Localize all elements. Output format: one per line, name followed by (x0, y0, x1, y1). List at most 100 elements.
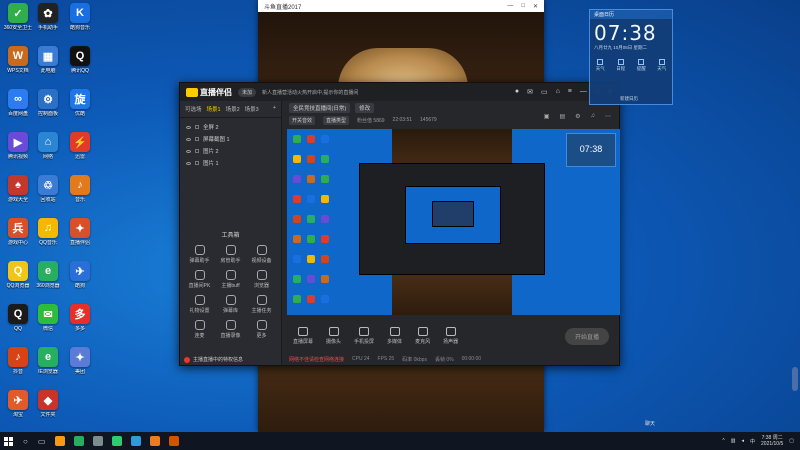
start-button[interactable] (4, 436, 13, 446)
taskbar-app-icon[interactable] (112, 436, 123, 446)
more-icon[interactable]: ⋯ (605, 113, 611, 120)
tool-item[interactable]: 更多 (246, 320, 277, 339)
eye-icon[interactable] (186, 137, 191, 141)
desktop-icon[interactable]: ♲ 回收站 (30, 175, 66, 215)
menu-icon[interactable]: ≡ (568, 88, 572, 96)
desktop-icon[interactable]: ♪ 音乐 (62, 175, 98, 215)
lock-icon[interactable] (195, 137, 199, 141)
tool-item[interactable]: 礼物设置 (184, 295, 215, 314)
source-button[interactable]: 直播屏幕 (293, 327, 313, 345)
volume-icon[interactable]: ◂ (741, 438, 744, 444)
bell-icon[interactable]: ♫ (591, 113, 596, 120)
source-button[interactable]: 扬声器 (443, 327, 458, 345)
network-icon[interactable]: ▥ (731, 438, 736, 444)
widget-footer[interactable]: 新建日历 (620, 96, 638, 102)
maximize-icon[interactable]: □ (521, 3, 525, 10)
tool-item[interactable]: 直播录像 (215, 320, 246, 339)
tab-scene[interactable]: 场景2 (226, 105, 240, 113)
footer-notice[interactable]: 主播直播中的特权信息 (184, 356, 243, 363)
tool-item[interactable]: 弹幕助手 (184, 245, 215, 264)
taskbar-app-icon[interactable] (169, 436, 180, 446)
tab-scene[interactable]: 场景3 (245, 105, 259, 113)
message-icon[interactable]: ✉ (527, 88, 533, 96)
desktop-icon[interactable]: 旋优酷 (62, 89, 98, 129)
widget-action[interactable]: 日程 (616, 59, 625, 72)
taskbar-app-icon[interactable] (55, 436, 66, 446)
chevron-up-icon[interactable]: ^ (722, 438, 724, 444)
taskbar-app-icon[interactable] (93, 436, 104, 446)
desktop-icon[interactable]: ⚙ 控制面板 (30, 89, 66, 129)
taskbar-app-icon[interactable] (150, 436, 161, 446)
go-live-button[interactable]: 开始直播 (564, 327, 609, 345)
eye-icon[interactable] (186, 149, 191, 153)
minimize-icon[interactable]: — (580, 88, 587, 96)
ime-icon[interactable]: 中 (750, 438, 755, 445)
shop-icon[interactable]: ⌂ (556, 88, 560, 96)
tool-item[interactable]: 直播间PK (184, 270, 215, 289)
desktop-icon[interactable]: ▦ 此电脑 (30, 46, 66, 86)
calendar-widget[interactable]: 桌面日历 07:38 八月廿九 10月05日 星期二 天气 日程 提醒 天气 新建日历 (589, 9, 673, 105)
desktop-icon[interactable]: ✿ 手机助手 (30, 3, 66, 43)
tool-item[interactable]: 浏览器 (246, 270, 277, 289)
tool-item[interactable]: 视频设备 (246, 245, 277, 264)
scene-item[interactable]: 图片 1 (186, 157, 275, 169)
scene-item[interactable]: 图片 2 (186, 145, 275, 157)
source-button[interactable]: 摄像头 (326, 327, 341, 345)
eye-icon[interactable] (186, 161, 191, 165)
desktop-icon[interactable]: ⚡ 迅雷 (62, 132, 98, 172)
account-badge[interactable]: 未加 (238, 87, 257, 97)
desktop-icon[interactable]: ✦ 直播伴侣 (62, 218, 98, 258)
add-scene-icon[interactable]: + (273, 105, 276, 113)
lock-icon[interactable] (195, 161, 199, 165)
widget-action[interactable]: 天气 (657, 59, 666, 72)
taskbar-clock[interactable]: 7:38 周二 2021/10/5 (761, 435, 783, 447)
desktop-icon[interactable]: e 360浏览器 (30, 261, 66, 301)
tool-item[interactable]: 主播buff (215, 270, 246, 289)
tool-item[interactable]: 主播任务 (246, 295, 277, 314)
widget-action[interactable]: 天气 (596, 59, 605, 72)
stream-type-button[interactable]: 直播类型 (323, 115, 350, 125)
scene-item[interactable]: 屏幕截图 1 (186, 133, 275, 145)
source-button[interactable]: 麦克风 (415, 327, 430, 345)
notification-icon[interactable]: ▢ (789, 438, 794, 444)
edit-channel-button[interactable]: 修改 (355, 103, 375, 113)
taskbar-app-icon[interactable] (74, 436, 85, 446)
tab-scene[interactable]: 可选场 (185, 105, 202, 113)
tab-scene[interactable]: 场景1 (207, 105, 221, 113)
desktop-icon[interactable]: e IE浏览器 (30, 347, 66, 387)
desktop-icon[interactable]: ⌂ 网络 (30, 132, 66, 172)
gift-icon[interactable]: ▭ (541, 88, 548, 96)
desktop-icon[interactable]: Q 腾讯QQ (62, 46, 98, 86)
tool-item[interactable]: 连麦 (184, 320, 215, 339)
source-button[interactable]: 多媒体 (387, 327, 402, 345)
settings-icon[interactable]: ⚙ (575, 113, 580, 120)
scene-item[interactable]: 全屏 2 (186, 121, 275, 133)
lock-icon[interactable] (195, 125, 199, 129)
streaming-app-window[interactable]: 直播伴侣 未加 新人直播营活动火热开启中,提示你的直播间 ● ✉ ▭ ⌂ ≡ —… (179, 82, 620, 366)
source-button[interactable]: 手机投屏 (354, 327, 374, 345)
tool-item[interactable]: 弹幕库 (215, 295, 246, 314)
desktop-icon[interactable]: ✈ 酷狗 (62, 261, 98, 301)
widget-action[interactable]: 提醒 (637, 59, 646, 72)
search-icon[interactable]: ○ (23, 437, 28, 446)
desktop-icon[interactable]: 多多多 (62, 304, 98, 344)
channel-name[interactable]: 全民竞技直播间(日常) (289, 103, 351, 113)
desktop-icon[interactable]: ♫ QQ音乐 (30, 218, 66, 258)
taskbar-app-icon[interactable] (131, 436, 142, 446)
sound-toggle[interactable]: 开关音效 (289, 115, 316, 125)
desktop-icon[interactable]: ✉ 微信 (30, 304, 66, 344)
task-view-icon[interactable]: ▭ (38, 437, 46, 446)
stream-preview[interactable]: 07:38 (287, 129, 620, 315)
screenshot-icon[interactable]: ▤ (559, 113, 565, 120)
avatar[interactable]: ● (515, 88, 519, 96)
layout-icon[interactable]: ▣ (544, 113, 550, 120)
close-icon[interactable]: ✕ (533, 3, 538, 10)
desktop-icon[interactable]: ◆ 文件夹 (30, 390, 66, 430)
lock-icon[interactable] (195, 149, 199, 153)
tool-item[interactable]: 房管助手 (215, 245, 246, 264)
scrollbar[interactable] (792, 367, 798, 391)
minimize-icon[interactable]: — (507, 3, 513, 10)
desktop-icon[interactable]: ✦ 美团 (62, 347, 98, 387)
desktop-icon[interactable]: K 酷狗音乐 (62, 3, 98, 43)
eye-icon[interactable] (186, 125, 191, 129)
